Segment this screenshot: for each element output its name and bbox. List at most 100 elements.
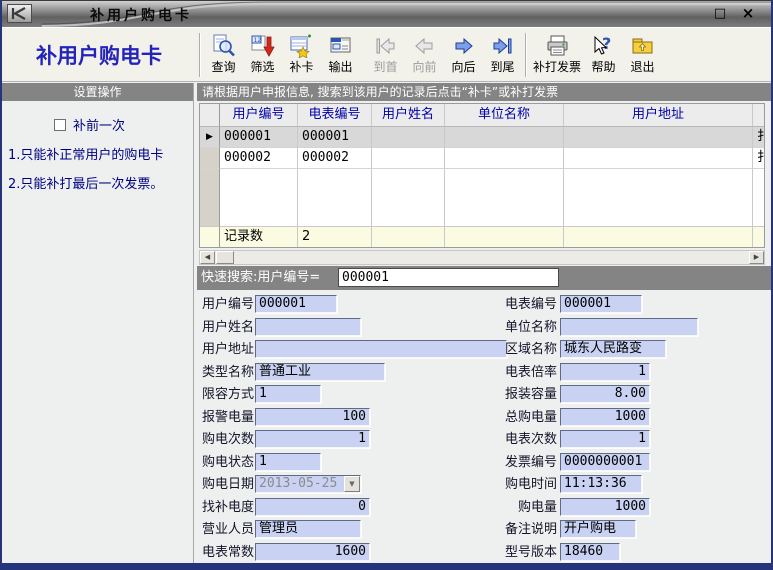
field-purchase-status[interactable]: 1	[255, 453, 321, 471]
column-header-user-id[interactable]: 用户编号	[220, 104, 298, 127]
column-header-user-name[interactable]: 用户姓名	[372, 104, 445, 127]
field-label-alarm-energy: 报警电量	[200, 408, 254, 427]
quick-search-bar: 快速搜索:用户编号=	[197, 266, 771, 290]
field-label-total-purchased: 总购电量	[492, 408, 557, 427]
filter-button[interactable]: 12 筛选	[243, 32, 282, 77]
column-header-meter-id[interactable]: 电表编号	[298, 104, 372, 127]
field-unit-name[interactable]	[560, 318, 698, 336]
field-label-purchase-time: 购电时间	[492, 475, 557, 494]
row-indicator	[200, 148, 220, 169]
cell-overflow: 扌	[753, 127, 764, 148]
field-purchase-time[interactable]: 11:13:36	[560, 475, 642, 493]
cell-user-address	[564, 127, 753, 148]
help-icon: ?	[591, 34, 616, 58]
scroll-left-button[interactable]: ◀	[200, 251, 215, 264]
table-row[interactable]: ▶ 000001 000001 扌	[200, 127, 764, 148]
column-header-unit-name[interactable]: 单位名称	[445, 104, 564, 127]
purchase-date-value: 2013-05-25	[259, 476, 337, 491]
cell-unit-name	[445, 148, 564, 169]
table-footer-row: 记录数 2	[200, 226, 764, 247]
field-purchase-date[interactable]: 2013-05-25 ▼	[255, 475, 361, 493]
field-meter-id[interactable]: 000001	[560, 295, 642, 313]
field-label-purchase-date: 购电日期	[200, 475, 254, 494]
field-label-capacity-limit-mode: 限容方式	[200, 385, 254, 404]
field-label-installed-capacity: 报装容量	[492, 385, 557, 404]
field-label-meter-id: 电表编号	[492, 295, 557, 314]
sidebar-note-1: 1.只能补正常用户的购电卡	[8, 144, 163, 163]
column-header-user-address[interactable]: 用户地址	[564, 104, 753, 127]
reissue-card-button-label: 补卡	[289, 58, 313, 75]
scroll-right-button[interactable]: ▶	[749, 251, 764, 264]
record-count-value: 2	[298, 226, 372, 247]
go-first-icon	[373, 34, 398, 58]
field-total-purchased[interactable]: 1000	[560, 408, 650, 426]
field-alarm-energy[interactable]: 100	[255, 408, 370, 426]
field-label-user-address: 用户地址	[200, 340, 254, 359]
field-meter-constant[interactable]: 1600	[255, 543, 370, 561]
instruction-bar: 请根据用户申报信息, 搜索到该用户的记录后点击“补卡”或补打发票	[197, 83, 771, 101]
go-first-button-label: 到首	[373, 58, 397, 75]
field-purchase-count[interactable]: 1	[255, 430, 370, 448]
export-button[interactable]: 输出	[321, 32, 360, 77]
record-count-label: 记录数	[220, 226, 298, 247]
help-button[interactable]: ? 帮助	[584, 32, 623, 77]
field-invoice-number[interactable]: 0000000001	[560, 453, 650, 471]
go-prev-button[interactable]: 向前	[405, 32, 444, 77]
field-remarks[interactable]: 开户购电	[560, 520, 636, 538]
query-button[interactable]: 查询	[204, 32, 243, 77]
field-label-meter-count: 电表次数	[492, 430, 557, 449]
maximize-button[interactable]: □	[709, 5, 731, 22]
exit-button-label: 退出	[631, 58, 655, 75]
scrollbar-thumb[interactable]	[216, 251, 234, 264]
field-meter-count[interactable]: 1	[560, 430, 650, 448]
field-meter-ratio[interactable]: 1	[560, 363, 650, 381]
field-label-area-name: 区域名称	[492, 340, 557, 359]
dropdown-arrow-icon[interactable]: ▼	[344, 476, 360, 492]
table-horizontal-scrollbar[interactable]: ◀ ▶	[199, 250, 765, 265]
field-label-invoice-number: 发票编号	[492, 453, 557, 472]
checkbox-unchecked[interactable]	[54, 119, 66, 131]
field-user-address[interactable]	[255, 340, 507, 358]
field-model-version[interactable]: 18460	[560, 543, 620, 561]
filter-button-label: 筛选	[250, 58, 274, 75]
cell-meter-id: 000002	[298, 148, 372, 169]
replenish-previous-checkbox-row[interactable]: 补前一次	[54, 115, 125, 134]
go-next-button[interactable]: 向后	[444, 32, 483, 77]
close-button[interactable]: ×	[737, 5, 759, 22]
field-installed-capacity[interactable]: 8.00	[560, 385, 650, 403]
reissue-card-button[interactable]: 补卡	[282, 32, 321, 77]
field-operator[interactable]: 管理员	[255, 520, 361, 538]
field-user-id[interactable]: 000001	[255, 295, 337, 313]
field-capacity-limit-mode[interactable]: 1	[255, 385, 321, 403]
search-icon	[211, 34, 236, 58]
card-plus-icon	[289, 34, 314, 58]
field-label-user-name: 用户姓名	[200, 318, 254, 337]
go-last-button[interactable]: 到尾	[483, 32, 522, 77]
field-type-name[interactable]: 普通工业	[255, 363, 385, 381]
help-button-label: 帮助	[592, 58, 616, 75]
field-user-name[interactable]	[255, 318, 361, 336]
sidebar: 设置操作 补前一次 1.只能补正常用户的购电卡 2.只能补打最后一次发票。	[2, 83, 194, 563]
reprint-invoice-button[interactable]: 补打发票	[530, 32, 584, 77]
cell-overflow: 扌	[753, 148, 764, 169]
cell-user-id: 000001	[220, 127, 298, 148]
selected-row-marker-icon: ▶	[200, 127, 220, 148]
field-area-name[interactable]: 城东人民路变	[560, 340, 666, 358]
field-label-operator: 营业人员	[200, 520, 254, 539]
go-first-button[interactable]: 到首	[366, 32, 405, 77]
app-window: 补用户购电卡 □ × 补用户购电卡 查询 12 筛选	[0, 0, 773, 570]
toolbar-separator	[525, 33, 527, 77]
field-purchase-amount[interactable]: 1000	[560, 498, 650, 516]
go-prev-icon	[412, 34, 437, 58]
field-label-user-id: 用户编号	[200, 295, 254, 314]
field-adjust-energy[interactable]: 0	[255, 498, 370, 516]
table-row[interactable]: 000002 000002 扌	[200, 148, 764, 169]
window-title: 补用户购电卡	[90, 5, 192, 25]
export-button-label: 输出	[328, 58, 352, 75]
main-panel: 请根据用户申报信息, 搜索到该用户的记录后点击“补卡”或补打发票 用户编号 电表…	[197, 83, 771, 563]
page-title: 补用户购电卡	[2, 40, 196, 70]
cell-meter-id: 000001	[298, 127, 372, 148]
quick-search-input[interactable]	[338, 268, 559, 287]
go-last-button-label: 到尾	[490, 58, 514, 75]
exit-button[interactable]: 退出	[623, 32, 662, 77]
